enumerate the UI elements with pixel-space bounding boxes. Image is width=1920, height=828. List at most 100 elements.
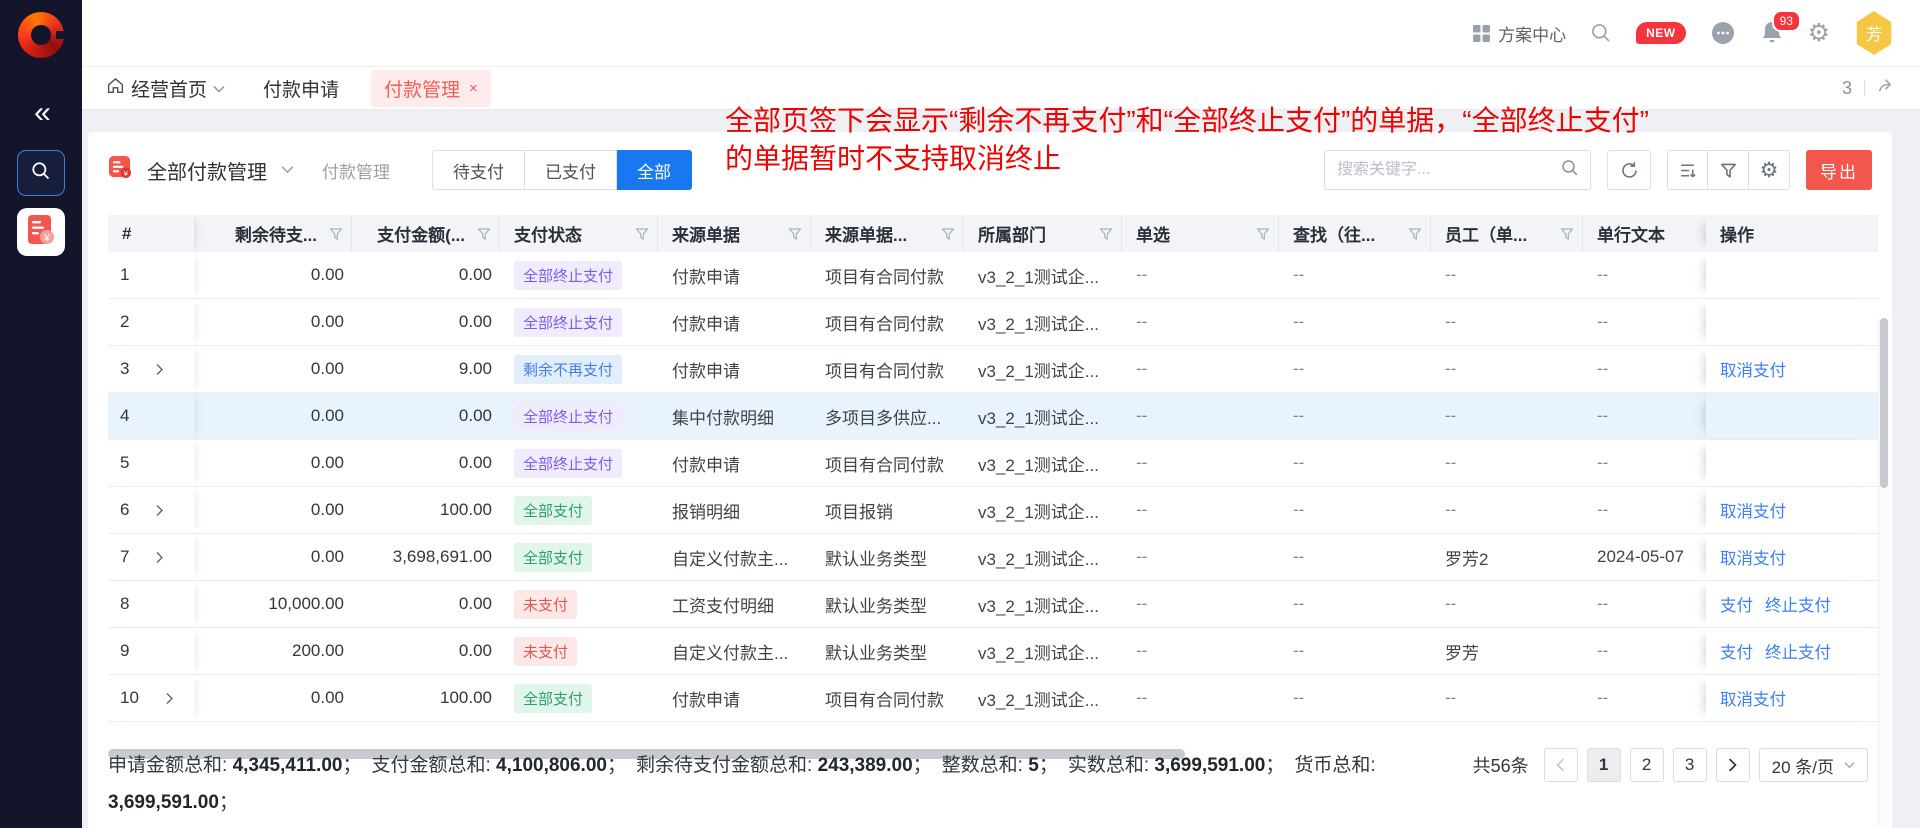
row-height-icon[interactable] <box>1667 150 1708 190</box>
action-link[interactable]: 取消支付 <box>1720 357 1786 381</box>
user-avatar[interactable]: 芳 <box>1854 11 1894 55</box>
cell-employee: 罗芳2 <box>1431 534 1583 580</box>
export-button[interactable]: 导出 <box>1806 150 1872 190</box>
svg-text:¥: ¥ <box>43 233 50 244</box>
column-filter-icon[interactable] <box>329 227 343 241</box>
table-row-10[interactable]: 100.00100.00全部支付付款申请项目有合同付款v3_2_1测试企...-… <box>108 675 1878 722</box>
column-header-single_select[interactable]: 单选 <box>1122 215 1279 252</box>
table-row-9[interactable]: 9200.000.00未支付自定义付款主...默认业务类型v3_2_1测试企..… <box>108 628 1878 675</box>
status-badge: 全部终止支付 <box>514 449 622 478</box>
action-link[interactable]: 终止支付 <box>1765 592 1831 616</box>
cell-actions: 取消支付 <box>1706 534 1878 580</box>
column-filter-icon[interactable] <box>1408 227 1422 241</box>
column-filter-icon[interactable] <box>635 227 649 241</box>
cell-department: v3_2_1测试企... <box>964 346 1122 392</box>
column-header-remaining[interactable]: 剩余待支... <box>195 215 352 252</box>
table-row-8[interactable]: 810,000.000.00未支付工资支付明细默认业务类型v3_2_1测试企..… <box>108 581 1878 628</box>
action-link[interactable]: 终止支付 <box>1765 639 1831 663</box>
page-1-button[interactable]: 1 <box>1587 748 1621 782</box>
column-header-source_doc[interactable]: 来源单据 <box>658 215 811 252</box>
table-tools-group: ⚙ <box>1667 150 1790 190</box>
table-row-6[interactable]: 60.00100.00全部支付报销明细项目报销v3_2_1测试企...-----… <box>108 487 1878 534</box>
column-filter-icon[interactable] <box>941 227 955 241</box>
svg-text:¥: ¥ <box>124 169 129 178</box>
table-row-5[interactable]: 50.000.00全部终止支付付款申请项目有合同付款v3_2_1测试企...--… <box>108 440 1878 487</box>
page-size-select[interactable]: 20 条/页 <box>1759 748 1868 782</box>
workspace-center-button[interactable]: 方案中心 <box>1472 21 1566 46</box>
expand-row-icon[interactable] <box>165 692 174 705</box>
expand-row-icon[interactable] <box>155 363 164 376</box>
column-settings-gear-icon[interactable]: ⚙ <box>1749 150 1790 190</box>
expand-row-icon[interactable] <box>155 504 164 517</box>
column-header-pay_amount[interactable]: 支付金额(... <box>352 215 500 252</box>
view-title[interactable]: 全部付款管理 <box>147 156 267 185</box>
cell-num: 6 <box>108 487 195 533</box>
messages-icon[interactable] <box>1710 20 1736 46</box>
action-link[interactable]: 取消支付 <box>1720 545 1786 569</box>
action-link[interactable]: 取消支付 <box>1720 686 1786 710</box>
expand-row-icon[interactable] <box>155 551 164 564</box>
sidebar-search-button[interactable] <box>17 150 65 196</box>
table-row-7[interactable]: 70.003,698,691.00全部支付自定义付款主...默认业务类型v3_2… <box>108 534 1878 581</box>
notifications-button[interactable]: 93 <box>1760 20 1784 46</box>
row-number: 3 <box>120 359 129 379</box>
forward-arrow-icon[interactable] <box>1877 76 1896 100</box>
prev-page-button[interactable] <box>1544 748 1578 782</box>
action-link[interactable]: 支付 <box>1720 592 1753 616</box>
nav-home[interactable]: 经营首页 <box>106 75 225 102</box>
cell-employee: 罗芳 <box>1431 628 1583 674</box>
cell-text_field: -- <box>1583 581 1706 627</box>
search-icon[interactable] <box>1560 158 1580 183</box>
status-badge: 全部终止支付 <box>514 402 622 431</box>
column-filter-icon[interactable] <box>788 227 802 241</box>
summary-segment: 申请金额总和: 4,345,411.00； <box>108 755 371 776</box>
table-row-2[interactable]: 20.000.00全部终止支付付款申请项目有合同付款v3_2_1测试企...--… <box>108 299 1878 346</box>
tab-payment-manage[interactable]: 付款管理 × <box>371 70 491 107</box>
next-page-button[interactable] <box>1716 748 1750 782</box>
tab-all[interactable]: 全部 <box>617 150 692 190</box>
table-row-4[interactable]: 40.000.00全部终止支付集中付款明细多项目多供应...v3_2_1测试企.… <box>108 393 1878 440</box>
cell-actions: 取消支付 <box>1706 487 1878 533</box>
page-3-button[interactable]: 3 <box>1673 748 1707 782</box>
sidebar-item-payment-app[interactable]: ¥ <box>17 208 65 256</box>
page-2-button[interactable]: 2 <box>1630 748 1664 782</box>
cell-employee: -- <box>1431 675 1583 721</box>
cell-source_type: 项目有合同付款 <box>811 675 964 721</box>
tab-payment-request[interactable]: 付款申请 <box>263 75 339 102</box>
close-tab-icon[interactable]: × <box>469 80 478 97</box>
action-link[interactable]: 取消支付 <box>1720 498 1786 522</box>
table-row-3[interactable]: 30.009.00剩余不再支付付款申请项目有合同付款v3_2_1测试企...--… <box>108 346 1878 393</box>
cell-remaining: 0.00 <box>195 487 352 533</box>
collapse-sidebar-icon[interactable]: « <box>0 96 82 130</box>
column-header-lookup[interactable]: 查找（往... <box>1279 215 1431 252</box>
table-row-1[interactable]: 10.000.00全部终止支付付款申请项目有合同付款v3_2_1测试企...--… <box>108 252 1878 299</box>
column-header-source_type[interactable]: 来源单据... <box>811 215 964 252</box>
refresh-button[interactable] <box>1607 150 1651 190</box>
vertical-scrollbar-track[interactable] <box>1878 318 1890 825</box>
toolbar: ¥ 全部付款管理 付款管理 待支付 已支付 全部 <box>108 148 1872 192</box>
column-filter-icon[interactable] <box>1256 227 1270 241</box>
app-logo[interactable] <box>18 12 64 58</box>
chevron-down-icon[interactable] <box>281 161 294 179</box>
column-filter-icon[interactable] <box>1560 227 1574 241</box>
cell-actions <box>1706 252 1878 298</box>
global-search-icon[interactable] <box>1590 22 1612 44</box>
column-filter-icon[interactable] <box>477 227 491 241</box>
column-header-status[interactable]: 支付状态 <box>500 215 658 252</box>
new-badge[interactable]: NEW <box>1636 22 1686 44</box>
tab-pending-pay[interactable]: 待支付 <box>432 150 525 190</box>
settings-gear-icon[interactable]: ⚙ <box>1808 18 1830 48</box>
column-label: 单行文本 <box>1597 221 1665 246</box>
vertical-scrollbar-thumb[interactable] <box>1880 318 1888 488</box>
column-label: 单选 <box>1136 221 1170 246</box>
cell-lookup: -- <box>1279 440 1431 486</box>
tab-paid[interactable]: 已支付 <box>525 150 617 190</box>
filter-icon[interactable] <box>1708 150 1749 190</box>
action-link[interactable]: 支付 <box>1720 639 1753 663</box>
column-header-employee[interactable]: 员工（单... <box>1431 215 1583 252</box>
cell-num: 4 <box>108 393 195 439</box>
column-filter-icon[interactable] <box>1099 227 1113 241</box>
search-input[interactable] <box>1337 161 1560 179</box>
column-header-department[interactable]: 所属部门 <box>964 215 1122 252</box>
cell-department: v3_2_1测试企... <box>964 440 1122 486</box>
